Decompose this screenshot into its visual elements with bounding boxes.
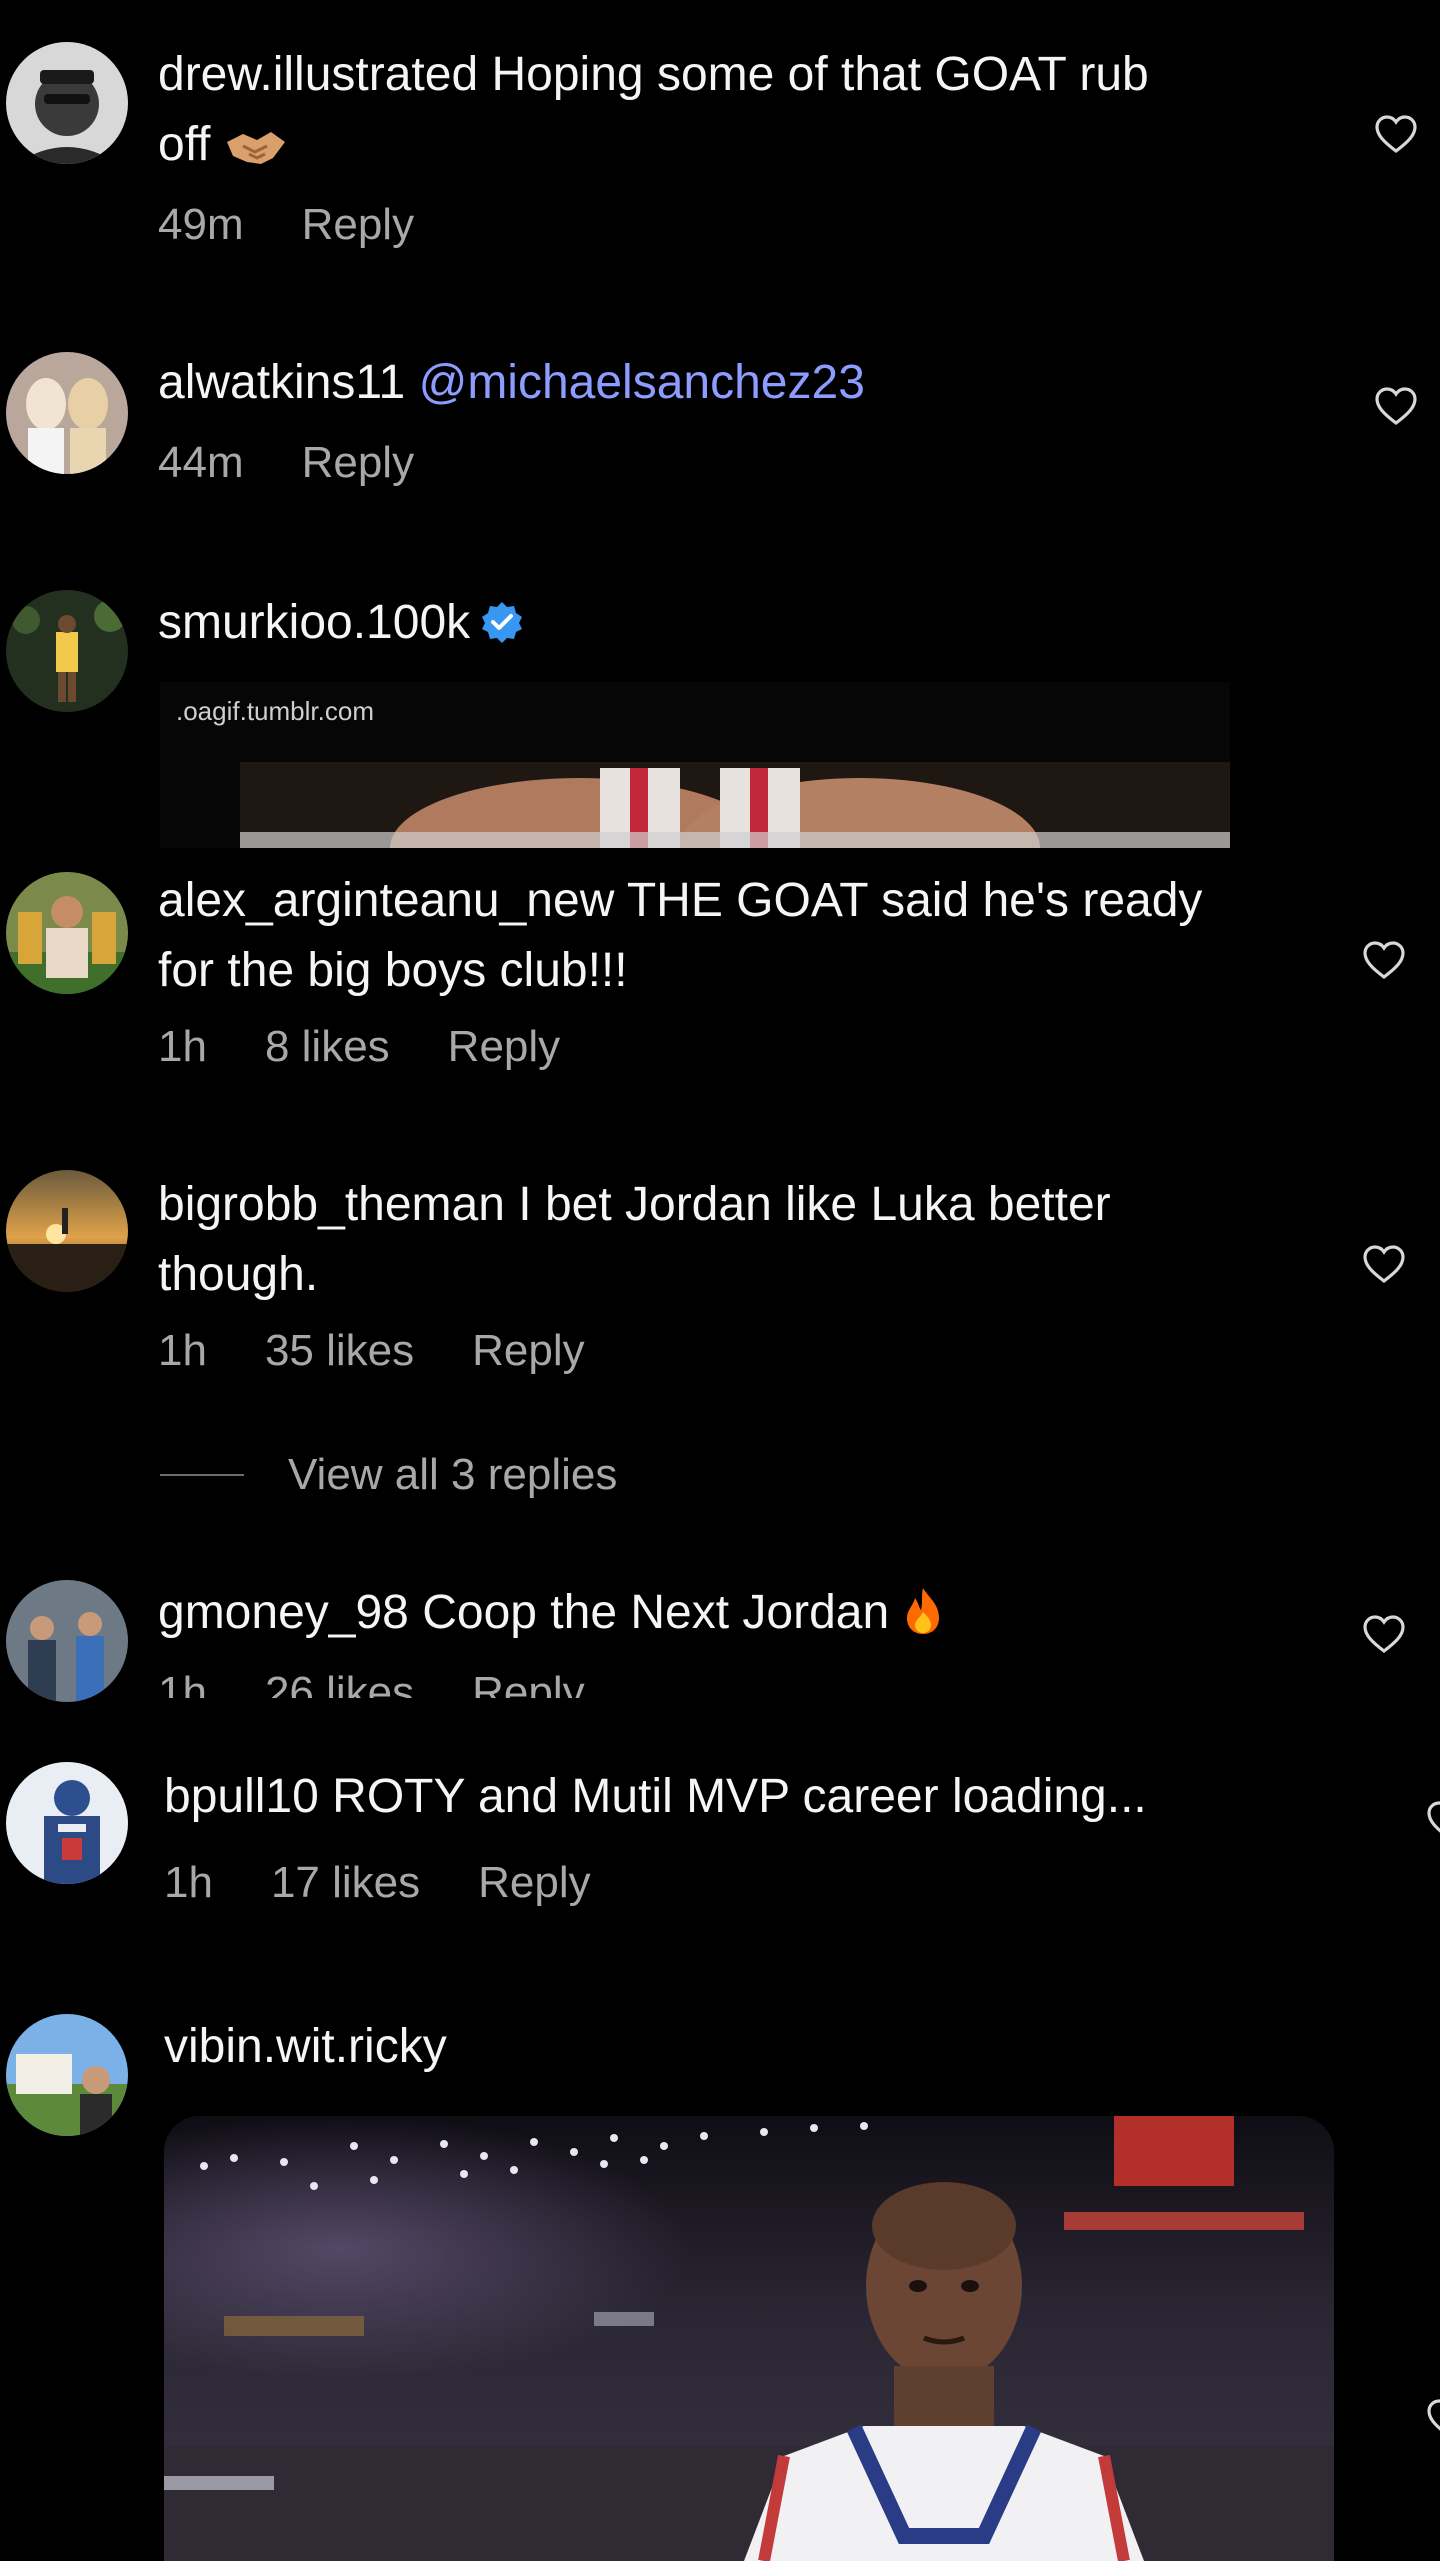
comment-time: 1h — [158, 1668, 207, 1698]
comment-time: 1h — [164, 1858, 213, 1907]
comment-username[interactable]: smurkioo.100k — [158, 596, 470, 649]
reply-button[interactable]: Reply — [472, 1668, 585, 1698]
comment-text: bigrobb_theman I bet Jordan like Luka be… — [158, 1170, 1298, 1310]
avatar[interactable] — [6, 1580, 128, 1702]
view-replies-button[interactable]: View all 3 replies — [160, 1450, 617, 1500]
likes-count[interactable]: 8 likes — [265, 1022, 390, 1072]
comment-username[interactable]: gmoney_98 — [158, 1586, 409, 1639]
comment-meta: 1h 35 likes Reply — [158, 1326, 585, 1376]
comment-time: 44m — [158, 438, 244, 487]
reply-button[interactable]: Reply — [302, 200, 415, 250]
comment-username[interactable]: drew.illustrated — [158, 48, 478, 101]
comment-username[interactable]: bpull10 — [164, 1770, 319, 1823]
comment-username[interactable]: vibin.wit.ricky — [164, 2020, 447, 2073]
comment-username[interactable]: alwatkins11 — [158, 356, 405, 409]
heart-icon[interactable] — [1426, 1800, 1440, 1840]
comment-username[interactable]: alex_arginteanu_new — [158, 874, 614, 927]
comment-body-line2: though. — [158, 1248, 319, 1301]
heart-icon[interactable] — [1426, 2398, 1440, 2438]
avatar[interactable] — [6, 1762, 128, 1884]
reply-button[interactable]: Reply — [448, 1022, 561, 1072]
mention-link[interactable]: @michaelsanchez23 — [419, 356, 865, 409]
gif-watermark: .oagif.tumblr.com — [176, 696, 374, 726]
comment-text: smurkioo.100k — [158, 588, 1298, 658]
reply-button[interactable]: Reply — [302, 438, 415, 488]
comment-body: I bet Jordan like Luka better — [518, 1178, 1111, 1231]
replies-divider — [160, 1474, 244, 1476]
comment-text: gmoney_98 Coop the Next Jordan — [158, 1578, 1298, 1656]
comment-body-line2: for the big boys club!!! — [158, 944, 628, 997]
avatar[interactable] — [6, 2014, 128, 2136]
fire-icon — [903, 1586, 943, 1656]
heart-icon[interactable] — [1362, 940, 1406, 980]
comment-text: bpull10 ROTY and Mutil MVP career loadin… — [164, 1762, 1344, 1832]
comment-text: alwatkins11 @michaelsanchez23 — [158, 348, 1298, 418]
avatar[interactable] — [6, 1170, 128, 1292]
comment-time: 1h — [158, 1022, 207, 1071]
avatar[interactable] — [6, 872, 128, 994]
gif-attachment[interactable]: .oagif.tumblr.com — [160, 682, 1230, 848]
comment-body: ROTY and Mutil MVP career loading... — [332, 1770, 1147, 1823]
reply-button[interactable]: Reply — [472, 1326, 585, 1376]
heart-icon[interactable] — [1362, 1244, 1406, 1284]
comment-meta: 1h 26 likes Reply — [158, 1668, 585, 1698]
comment-meta: 1h 8 likes Reply — [158, 1022, 560, 1072]
likes-count[interactable]: 26 likes — [265, 1668, 414, 1698]
heart-icon[interactable] — [1374, 386, 1418, 426]
handshake-icon — [225, 118, 287, 188]
view-replies-label: View all 3 replies — [288, 1450, 618, 1499]
comment-body-line2: off — [158, 118, 211, 171]
likes-count[interactable]: 35 likes — [265, 1326, 414, 1376]
avatar[interactable] — [6, 352, 128, 474]
comment-body: Coop the Next Jordan — [422, 1586, 890, 1639]
verified-badge-icon — [480, 594, 524, 643]
comment-meta: 1h 17 likes Reply — [164, 1858, 591, 1908]
avatar[interactable] — [6, 590, 128, 712]
reply-button[interactable]: Reply — [478, 1858, 591, 1908]
comment-text: alex_arginteanu_new THE GOAT said he's r… — [158, 866, 1298, 1006]
comment-time: 49m — [158, 200, 244, 249]
comment-text: vibin.wit.ricky — [164, 2012, 1304, 2082]
comment-time: 1h — [158, 1326, 207, 1375]
comment-text: drew.illustrated Hoping some of that GOA… — [158, 40, 1298, 188]
gif-attachment[interactable] — [164, 2116, 1334, 2561]
likes-count[interactable]: 17 likes — [271, 1858, 420, 1908]
comment-meta: 44m Reply — [158, 438, 414, 488]
comment-body: Hoping some of that GOAT rub — [491, 48, 1149, 101]
comment-body: THE GOAT said he's ready — [626, 874, 1203, 927]
comment-meta: 49m Reply — [158, 200, 414, 250]
heart-icon[interactable] — [1362, 1614, 1406, 1654]
comment-username[interactable]: bigrobb_theman — [158, 1178, 505, 1231]
avatar[interactable] — [6, 42, 128, 164]
heart-icon[interactable] — [1374, 114, 1418, 154]
